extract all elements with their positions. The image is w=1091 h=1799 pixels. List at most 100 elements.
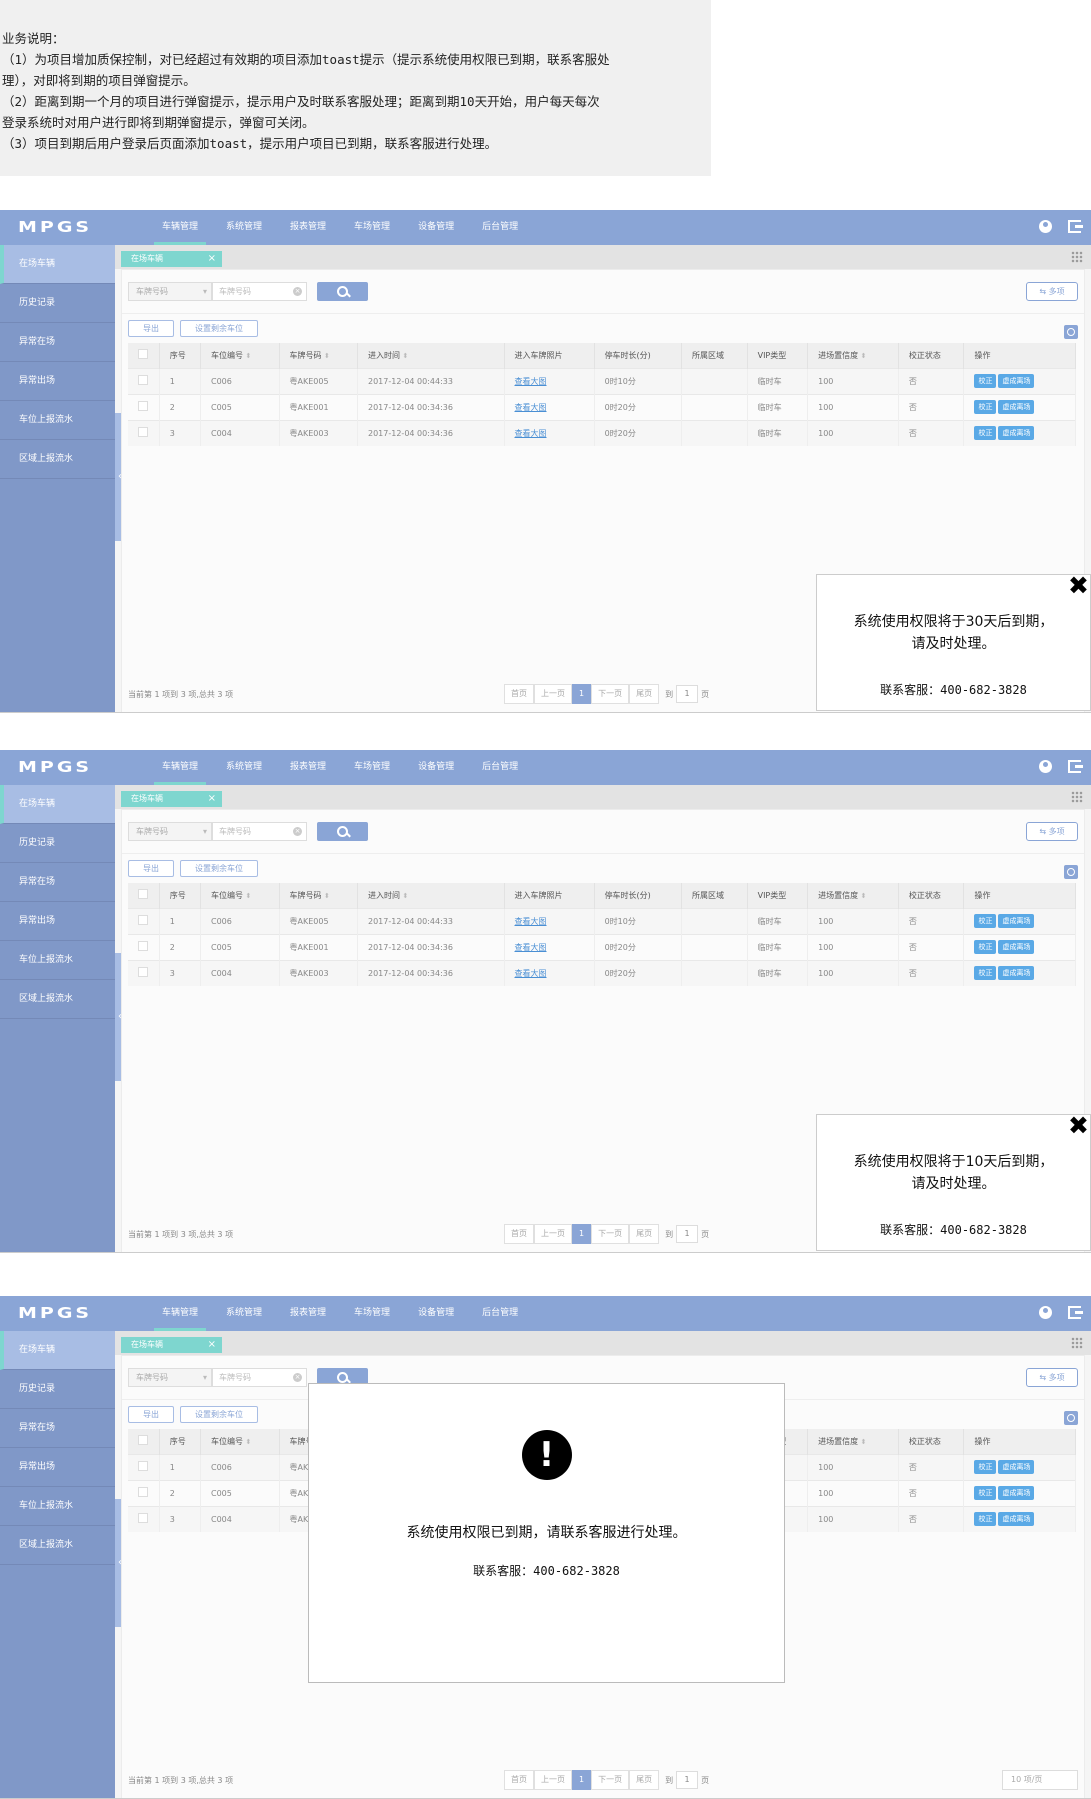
last-page-button[interactable]: 尾页 — [629, 684, 660, 704]
sort-icon[interactable]: ⬍ — [324, 892, 330, 900]
first-page-button[interactable]: 首页 — [504, 1770, 534, 1790]
export-button[interactable]: 导出 — [128, 860, 174, 877]
first-page-button[interactable]: 首页 — [504, 1224, 534, 1244]
user-icon[interactable] — [1039, 1306, 1052, 1319]
col-select[interactable] — [128, 883, 160, 908]
correct-button[interactable]: 校正 — [974, 1460, 997, 1474]
row-checkbox[interactable] — [138, 375, 148, 385]
correct-button[interactable]: 校正 — [974, 940, 997, 954]
search-button[interactable] — [317, 282, 368, 301]
col-header[interactable]: 车位编号 ⬍ — [200, 343, 280, 368]
nav-parking-mgmt[interactable]: 车场管理 — [340, 1296, 404, 1331]
row-checkbox[interactable] — [138, 1461, 148, 1471]
nav-parking-mgmt[interactable]: 车场管理 — [340, 750, 404, 785]
correct-button[interactable]: 校正 — [974, 426, 997, 441]
row-select[interactable] — [128, 393, 160, 420]
close-icon[interactable]: ✖ — [1068, 1113, 1089, 1138]
select-all-checkbox[interactable] — [138, 889, 148, 900]
col-header[interactable]: 进入时间 ⬍ — [357, 883, 505, 908]
sort-icon[interactable]: ⬍ — [861, 892, 867, 900]
page-1-button[interactable]: 1 — [572, 684, 592, 704]
row-checkbox[interactable] — [138, 967, 148, 978]
row-checkbox[interactable] — [138, 1487, 148, 1497]
prev-page-button[interactable]: 上一页 — [534, 684, 572, 704]
clear-icon[interactable]: × — [293, 287, 302, 296]
correct-button[interactable]: 校正 — [974, 374, 997, 388]
sidebar-item-slot-log[interactable]: 车位上报流水 — [0, 401, 115, 440]
sidebar-item-abnormal-out[interactable]: 异常出场 — [0, 362, 115, 401]
row-checkbox[interactable] — [138, 401, 148, 411]
exit-button[interactable]: 虚成离场 — [998, 940, 1035, 954]
exit-button[interactable]: 虚成离场 — [998, 1512, 1035, 1527]
nav-system-mgmt[interactable]: 系统管理 — [212, 210, 276, 245]
nav-system-mgmt[interactable]: 系统管理 — [212, 750, 276, 785]
correct-button[interactable]: 校正 — [974, 1512, 997, 1527]
page-1-button[interactable]: 1 — [572, 1770, 592, 1790]
last-page-button[interactable]: 尾页 — [629, 1224, 660, 1244]
nav-device-mgmt[interactable]: 设备管理 — [404, 750, 468, 785]
nav-report-mgmt[interactable]: 报表管理 — [276, 210, 340, 245]
close-icon[interactable]: × — [208, 251, 216, 267]
sort-icon[interactable]: ⬍ — [861, 1438, 867, 1446]
view-photo-link[interactable]: 查看大图 — [515, 917, 547, 926]
set-remaining-slots-button[interactable]: 设置剩余车位 — [180, 320, 258, 337]
more-filter-button[interactable]: ⇆ 多项 — [1026, 822, 1078, 841]
exit-button[interactable]: 虚成离场 — [998, 1486, 1035, 1500]
row-select[interactable] — [128, 367, 160, 394]
page-1-button[interactable]: 1 — [572, 1224, 592, 1244]
close-icon[interactable]: × — [208, 1337, 216, 1353]
row-select[interactable] — [128, 1453, 160, 1480]
exit-button[interactable]: 虚成离场 — [998, 400, 1035, 414]
exit-button[interactable]: 虚成离场 — [998, 1460, 1035, 1474]
goto-page-input[interactable]: 1 — [676, 685, 699, 703]
row-select[interactable] — [128, 933, 160, 960]
plate-search-input[interactable]: 车牌号码 × — [212, 822, 307, 841]
sidebar-item-area-log[interactable]: 区域上报流水 — [0, 440, 115, 479]
col-select[interactable] — [128, 1429, 160, 1454]
sidebar-item-in-lot[interactable]: 在场车辆 — [0, 785, 115, 824]
goto-page-input[interactable]: 1 — [676, 1771, 699, 1789]
tab-in-lot[interactable]: 在场车辆 × — [121, 791, 222, 807]
nav-backend-mgmt[interactable]: 后台管理 — [468, 1296, 532, 1331]
next-page-button[interactable]: 下一页 — [591, 1224, 630, 1244]
prev-page-button[interactable]: 上一页 — [534, 1224, 572, 1244]
col-header[interactable]: 进入时间 ⬍ — [357, 343, 505, 368]
correct-button[interactable]: 校正 — [974, 914, 997, 928]
sidebar-item-history[interactable]: 历史记录 — [0, 824, 115, 863]
sort-icon[interactable]: ⬍ — [403, 352, 409, 360]
row-select[interactable] — [128, 419, 160, 446]
sidebar-item-abnormal-out[interactable]: 异常出场 — [0, 1448, 115, 1487]
logout-icon[interactable] — [1068, 220, 1083, 233]
nav-vehicle-mgmt[interactable]: 车辆管理 — [148, 210, 212, 245]
sort-icon[interactable]: ⬍ — [861, 352, 867, 360]
row-select[interactable] — [128, 907, 160, 934]
more-filter-button[interactable]: ⇆ 多项 — [1026, 1368, 1078, 1387]
sort-icon[interactable]: ⬍ — [246, 352, 252, 360]
sidebar-item-in-lot[interactable]: 在场车辆 — [0, 1331, 115, 1370]
set-remaining-slots-button[interactable]: 设置剩余车位 — [180, 860, 258, 877]
search-button[interactable] — [317, 822, 368, 841]
row-select[interactable] — [128, 959, 160, 986]
exit-button[interactable]: 虚成离场 — [998, 914, 1035, 928]
nav-device-mgmt[interactable]: 设备管理 — [404, 210, 468, 245]
tab-in-lot[interactable]: 在场车辆 × — [121, 251, 222, 267]
nav-device-mgmt[interactable]: 设备管理 — [404, 1296, 468, 1331]
view-photo-link[interactable]: 查看大图 — [515, 429, 547, 438]
set-remaining-slots-button[interactable]: 设置剩余车位 — [180, 1406, 258, 1423]
sidebar-item-abnormal-in[interactable]: 异常在场 — [0, 863, 115, 902]
close-icon[interactable]: × — [208, 791, 216, 807]
filter-type-select[interactable]: 车牌号码 — [128, 822, 212, 841]
sidebar-item-history[interactable]: 历史记录 — [0, 1370, 115, 1409]
gear-icon[interactable] — [1064, 865, 1078, 879]
sort-icon[interactable]: ⬍ — [403, 892, 409, 900]
filter-type-select[interactable]: 车牌号码 — [128, 1368, 212, 1387]
nav-report-mgmt[interactable]: 报表管理 — [276, 1296, 340, 1331]
row-select[interactable] — [128, 1505, 160, 1532]
clear-icon[interactable]: × — [293, 1373, 302, 1382]
nav-system-mgmt[interactable]: 系统管理 — [212, 1296, 276, 1331]
sidebar-item-abnormal-in[interactable]: 异常在场 — [0, 323, 115, 362]
page-size-select[interactable]: 10 项/页 — [1002, 1770, 1078, 1790]
col-header[interactable]: 进场置信度 ⬍ — [807, 343, 899, 368]
view-photo-link[interactable]: 查看大图 — [515, 943, 547, 952]
col-header[interactable]: 车位编号 ⬍ — [200, 1429, 280, 1454]
